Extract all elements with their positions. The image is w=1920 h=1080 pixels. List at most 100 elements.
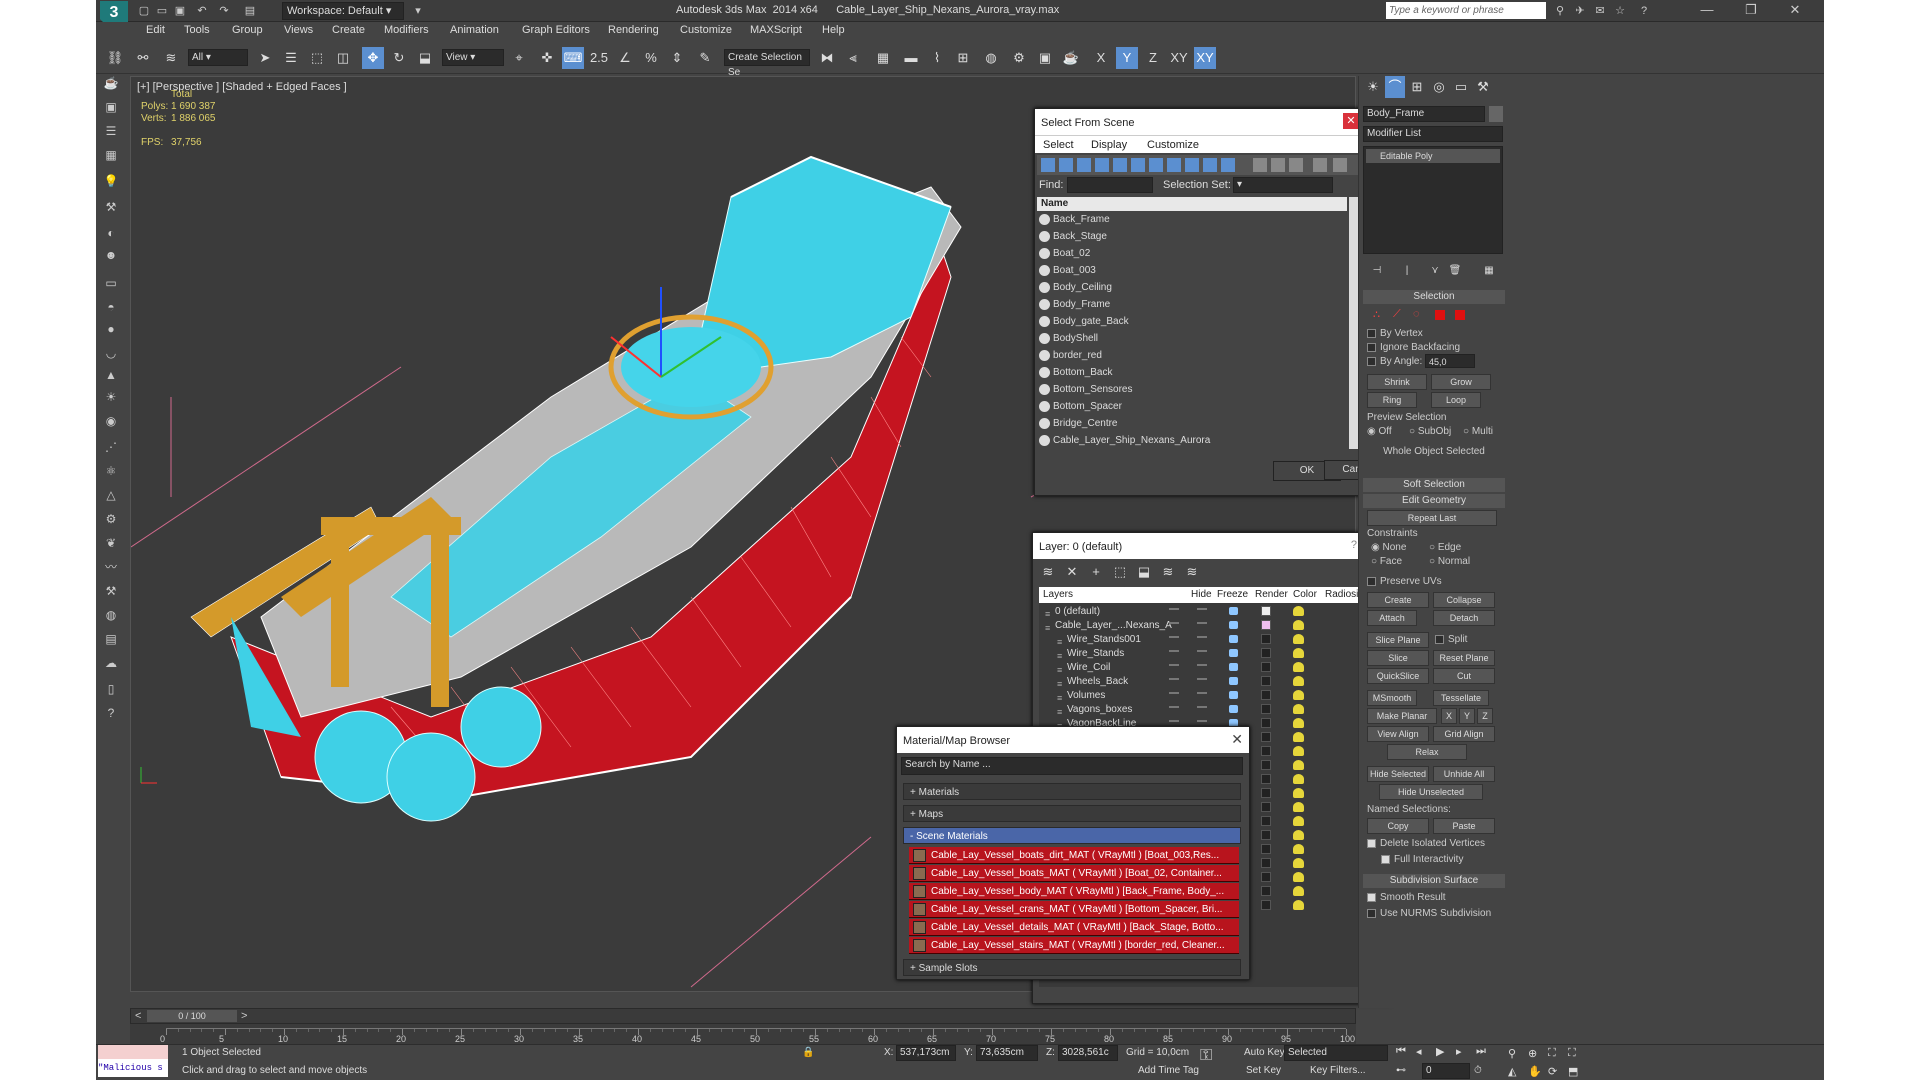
select-move-icon[interactable]: ✥ <box>362 47 384 69</box>
freeze-toggle[interactable] <box>1197 608 1207 610</box>
material-item[interactable]: Cable_Lay_Vessel_crans_MAT ( VRayMtl ) [… <box>909 901 1239 918</box>
col-color[interactable]: Color <box>1293 587 1317 603</box>
object-name-field[interactable]: Body_Frame <box>1363 106 1485 122</box>
minimize-icon[interactable]: — <box>1692 0 1722 22</box>
time-slider-thumb[interactable]: 0 / 100 <box>147 1010 237 1022</box>
freeze-toggle[interactable] <box>1197 650 1207 652</box>
radiosity-toggle-icon[interactable] <box>1293 858 1304 868</box>
render-toggle-icon[interactable] <box>1229 635 1238 643</box>
new-file-icon[interactable]: ▢ <box>136 3 152 19</box>
display-shapes-icon[interactable] <box>1059 158 1073 172</box>
full-interactivity-box[interactable] <box>1381 854 1390 864</box>
schematic-view-icon[interactable]: ⊞ <box>952 47 974 69</box>
radiosity-toggle-icon[interactable] <box>1293 620 1304 630</box>
display-frozen-icon[interactable] <box>1221 158 1235 172</box>
material-item[interactable]: Cable_Lay_Vessel_stairs_MAT ( VRayMtl ) … <box>909 937 1239 954</box>
maxscript-listener[interactable]: "Malicious s <box>98 1059 168 1077</box>
light-bulb-icon[interactable]: 💡 <box>101 172 121 190</box>
attach-button[interactable]: Attach <box>1367 610 1417 626</box>
hide-toggle[interactable] <box>1169 608 1179 610</box>
render-toggle-icon[interactable] <box>1229 663 1238 671</box>
y-coordinate-field[interactable]: 73,635cm <box>976 1045 1038 1061</box>
preview-multi-radio[interactable]: ○ Multi <box>1463 426 1503 437</box>
create-button[interactable]: Create <box>1367 592 1429 608</box>
axis-x-button[interactable]: X <box>1090 47 1112 69</box>
edit-named-selection-icon[interactable]: ✎ <box>694 47 716 69</box>
hide-toggle[interactable] <box>1169 664 1179 666</box>
render-toggle-icon[interactable] <box>1229 677 1238 685</box>
layer-color-swatch[interactable] <box>1261 746 1271 756</box>
layer-color-swatch[interactable] <box>1261 648 1271 658</box>
material-item[interactable]: Cable_Lay_Vessel_details_MAT ( VRayMtl )… <box>909 919 1239 936</box>
list-icon[interactable]: ☰ <box>101 122 121 140</box>
axis-y-button[interactable]: Y <box>1116 47 1138 69</box>
cut-button[interactable]: Cut <box>1433 668 1495 684</box>
subscription-icon[interactable]: ✈ <box>1572 3 1588 19</box>
create-layer-icon[interactable]: ≋ <box>1039 561 1057 583</box>
list-item[interactable]: Body_gate_Back <box>1037 313 1347 331</box>
grid-align-button[interactable]: Grid Align <box>1433 726 1495 742</box>
loop-button[interactable]: Loop <box>1431 392 1481 408</box>
key-icon[interactable]: ⚿ <box>1200 1047 1212 1065</box>
grid-icon[interactable]: ⋰ <box>101 438 121 456</box>
cone-icon[interactable]: ▲ <box>101 366 121 384</box>
modify-tab-icon[interactable]: ⌒ <box>1385 76 1405 98</box>
ignore-backfacing-box[interactable] <box>1367 342 1376 352</box>
unlink-icon[interactable]: ⚯ <box>132 47 154 69</box>
time-configuration-icon[interactable]: ⏱ <box>1474 1065 1482 1076</box>
viewport-label[interactable]: [+] [Perspective ] [Shaded + Edged Faces… <box>137 81 347 93</box>
help-icon[interactable]: ? <box>1636 3 1652 19</box>
zoom-extents-all-icon[interactable]: ⛶ <box>1568 1047 1576 1060</box>
select-none-icon[interactable] <box>1271 158 1285 172</box>
radiosity-toggle-icon[interactable] <box>1293 774 1304 784</box>
document-icon[interactable]: ▯ <box>101 680 121 698</box>
freeze-toggle[interactable] <box>1197 636 1207 638</box>
list-item[interactable]: Boat_003 <box>1037 262 1347 280</box>
radiosity-toggle-icon[interactable] <box>1293 634 1304 644</box>
favorites-icon[interactable]: ☆ <box>1612 3 1628 19</box>
freeze-toggle[interactable] <box>1197 720 1207 722</box>
project-folder-icon[interactable]: ▤ <box>242 3 258 19</box>
display-spacewarps-icon[interactable] <box>1131 158 1145 172</box>
material-search-input[interactable]: Search by Name ... <box>901 757 1243 775</box>
element-level-icon[interactable] <box>1455 310 1465 320</box>
slice-button[interactable]: Slice <box>1367 650 1429 666</box>
x-coordinate-field[interactable]: 537,173cm <box>896 1045 956 1061</box>
maxscript-mini-listener[interactable] <box>98 1045 168 1059</box>
menu-create[interactable]: Create <box>332 24 365 36</box>
material-item[interactable]: Cable_Lay_Vessel_boats_MAT ( VRayMtl ) [… <box>909 865 1239 882</box>
zoom-icon[interactable]: ⚲ <box>1508 1047 1516 1060</box>
list-item[interactable]: Body_Ceiling <box>1037 279 1347 297</box>
remove-modifier-icon[interactable]: 🗑 <box>1447 260 1463 282</box>
hide-unselected-button[interactable]: Hide Unselected <box>1379 784 1483 800</box>
radiosity-toggle-icon[interactable] <box>1293 886 1304 896</box>
hide-toggle[interactable] <box>1169 636 1179 638</box>
link-icon[interactable]: ⛓ <box>104 47 126 69</box>
material-item[interactable]: Cable_Lay_Vessel_body_MAT ( VRayMtl ) [B… <box>909 883 1239 900</box>
material-item[interactable]: Cable_Lay_Vessel_boats_dirt_MAT ( VRayMt… <box>909 847 1239 864</box>
align-icon[interactable]: ⫷ <box>842 47 864 69</box>
teapot-icon[interactable]: ☕ <box>101 74 121 92</box>
named-selection-dropdown[interactable]: Create Selection Se <box>724 49 810 78</box>
bowl-icon[interactable]: ◡ <box>101 344 121 362</box>
collapse-button[interactable]: Collapse <box>1433 592 1495 608</box>
render-toggle-icon[interactable] <box>1229 705 1238 713</box>
hide-toggle[interactable] <box>1169 720 1179 722</box>
border-level-icon[interactable]: ◌ <box>1413 308 1420 320</box>
graphite-ribbon-icon[interactable]: ▬ <box>900 47 922 69</box>
orbit-icon[interactable]: ⟳ <box>1548 1065 1557 1078</box>
workspace-dropdown[interactable]: Workspace: Default ▾ <box>282 2 404 20</box>
keyboard-shortcut-override-icon[interactable]: ⌨ <box>562 47 584 69</box>
axis-xy-button[interactable]: XY <box>1168 47 1190 69</box>
menu-group[interactable]: Group <box>232 24 263 36</box>
binoculars-icon[interactable]: ⚲ <box>1552 3 1568 19</box>
menu-help[interactable]: Help <box>822 24 845 36</box>
spinner-snap-icon[interactable]: ⇕ <box>666 47 688 69</box>
rendered-frame-window-icon[interactable]: ▣ <box>1034 47 1056 69</box>
col-hide[interactable]: Hide <box>1191 587 1212 603</box>
hemisphere-icon[interactable]: ◓ <box>101 298 121 316</box>
grow-button[interactable]: Grow <box>1431 374 1491 390</box>
curve-editor-icon[interactable]: ⌇ <box>926 47 948 69</box>
group-scene-materials[interactable]: - Scene Materials <box>903 827 1241 844</box>
vertex-level-icon[interactable]: ∴ <box>1373 308 1380 321</box>
